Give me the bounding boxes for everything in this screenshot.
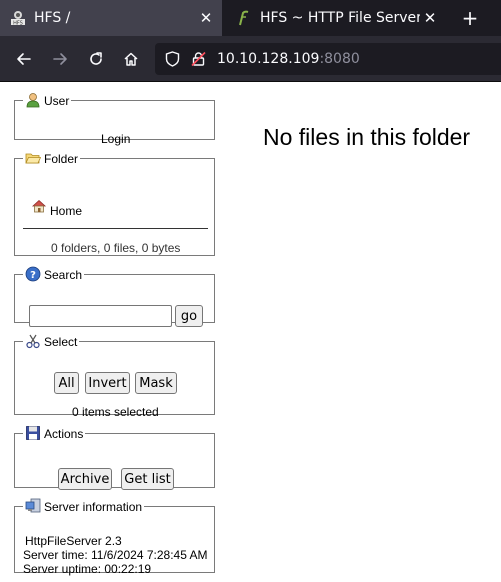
insecure-lock-icon[interactable] <box>189 50 207 68</box>
archive-button[interactable]: Archive <box>58 468 112 490</box>
navigation-bar: 10.10.128.109:8080 <box>0 36 501 82</box>
folder-stats: 0 folders, 0 files, 0 bytes <box>51 241 181 255</box>
folder-panel: Folder Home 0 folders, 0 files, 0 bytes <box>14 150 215 256</box>
folder-divider <box>23 228 208 229</box>
tab-hfs-root[interactable]: HFS HFS / ✕ <box>0 0 222 36</box>
reload-button[interactable] <box>84 47 108 71</box>
user-panel: User Login <box>14 92 215 146</box>
forward-arrow-icon <box>53 53 67 65</box>
no-files-message: No files in this folder <box>263 124 471 150</box>
new-tab-button[interactable]: + <box>458 6 482 30</box>
search-panel: ? Search go <box>14 266 215 327</box>
svg-text:HFS: HFS <box>13 21 23 27</box>
reload-icon <box>90 52 102 65</box>
login-link[interactable]: Login <box>101 132 130 146</box>
home-folder-icon[interactable] <box>31 198 47 214</box>
url-bar[interactable]: 10.10.128.109:8080 <box>155 43 501 75</box>
url-text: 10.10.128.109:8080 <box>217 51 360 67</box>
floppy-disk-icon <box>26 426 40 440</box>
actions-legend: Actions <box>23 425 85 441</box>
home-icon <box>124 52 138 66</box>
search-input[interactable] <box>29 305 172 327</box>
items-selected-status: 0 items selected <box>72 405 159 419</box>
back-arrow-icon <box>17 53 31 65</box>
svg-text:?: ? <box>30 270 36 281</box>
hfs-favicon-icon: HFS <box>11 11 25 27</box>
help-question-icon: ? <box>25 266 41 282</box>
server-time: Server time: 11/6/2024 7:28:45 AM <box>23 548 208 562</box>
invert-selection-button[interactable]: Invert <box>85 372 130 394</box>
tab-hfs-http-file-server[interactable]: HFS ~ HTTP File Server ✕ <box>226 0 446 36</box>
tab-bar: HFS HFS / ✕ HFS ~ HTTP File Server ✕ + <box>0 0 501 36</box>
mask-button[interactable]: Mask <box>135 372 177 394</box>
server-computer-icon <box>25 498 41 513</box>
select-panel: Select All Invert Mask 0 items selected <box>14 333 215 419</box>
server-info-panel: Server information HttpFileServer 2.3 Se… <box>14 498 215 576</box>
user-icon <box>26 93 40 108</box>
server-info-legend: Server information <box>23 498 144 514</box>
folder-legend: Folder <box>23 150 80 166</box>
home-link[interactable]: Home <box>50 204 82 218</box>
tab-title: HFS ~ HTTP File Server <box>260 10 420 26</box>
scissors-icon <box>26 334 40 349</box>
hfs-version-link[interactable]: HttpFileServer 2.3 <box>25 534 122 548</box>
select-legend: Select <box>23 333 79 349</box>
page-content: User Login Folder Home 0 folders, 0 file… <box>0 82 501 582</box>
home-button[interactable] <box>119 47 143 71</box>
server-uptime: Server uptime: 00:22:19 <box>23 562 152 576</box>
forward-button[interactable] <box>48 47 72 71</box>
search-legend: ? Search <box>23 266 84 282</box>
tab-title: HFS / <box>34 10 71 26</box>
back-button[interactable] <box>12 47 36 71</box>
close-tab-icon[interactable]: ✕ <box>196 8 216 28</box>
actions-panel: Actions Archive Get list <box>14 425 215 490</box>
search-go-button[interactable]: go <box>175 305 203 327</box>
rejetto-favicon-icon <box>239 10 249 26</box>
select-all-button[interactable]: All <box>54 372 79 394</box>
close-tab-icon[interactable]: ✕ <box>420 8 440 28</box>
user-legend: User <box>23 92 71 108</box>
open-folder-icon <box>25 153 41 164</box>
get-list-button[interactable]: Get list <box>121 468 174 490</box>
shield-icon[interactable] <box>163 50 181 68</box>
